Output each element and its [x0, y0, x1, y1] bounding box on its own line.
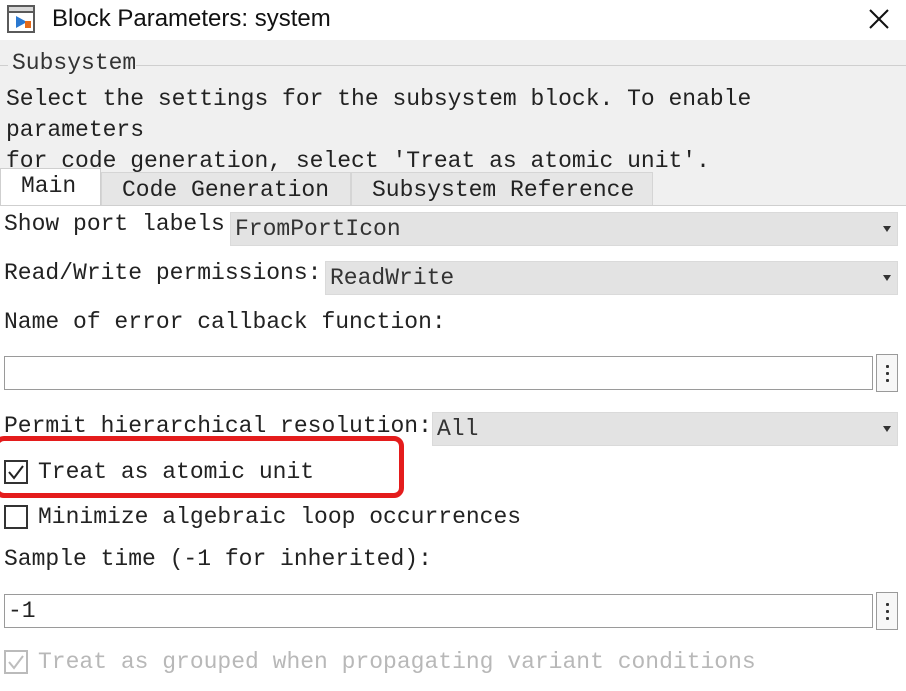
checkmark-icon — [8, 655, 24, 670]
tab-main[interactable]: Main — [0, 168, 101, 206]
tab-label: Subsystem Reference — [372, 177, 635, 203]
show-port-labels-label: Show port labels — [4, 211, 225, 237]
dropdown-value: All — [437, 416, 479, 442]
group-title: Subsystem — [12, 50, 137, 76]
show-port-labels-dropdown[interactable]: FromPortIcon — [230, 212, 898, 246]
dropdown-value: ReadWrite — [330, 265, 455, 291]
dialog-content: Subsystem Select the settings for the su… — [0, 40, 906, 691]
window-title: Block Parameters: system — [52, 5, 331, 32]
algebraic-loop-label: Minimize algebraic loop occurrences — [38, 504, 522, 530]
dropdown-value: FromPortIcon — [235, 216, 401, 242]
chevron-down-icon — [883, 226, 891, 232]
simulink-block-icon — [7, 5, 35, 33]
title-bar: Block Parameters: system — [0, 0, 906, 40]
error-callback-label: Name of error callback function: — [4, 309, 446, 335]
highlight-annotation — [0, 436, 404, 498]
algebraic-loop-checkbox[interactable] — [4, 505, 28, 529]
close-icon[interactable] — [864, 4, 894, 34]
chevron-down-icon — [883, 426, 891, 432]
tab-label: Main — [21, 173, 77, 199]
sample-time-input[interactable]: -1 — [4, 594, 873, 628]
group-divider — [0, 65, 8, 66]
chevron-down-icon — [883, 275, 891, 281]
tab-label: Code Generation — [122, 177, 330, 203]
sample-time-more-button[interactable] — [876, 592, 898, 630]
group-description: Select the settings for the subsystem bl… — [6, 86, 752, 174]
group-divider — [136, 65, 906, 66]
read-write-permissions-label: Read/Write permissions: — [4, 260, 322, 286]
tab-code-generation[interactable]: Code Generation — [101, 172, 351, 206]
read-write-permissions-dropdown[interactable]: ReadWrite — [325, 261, 898, 295]
error-callback-input[interactable] — [4, 356, 873, 390]
sample-time-label: Sample time (-1 for inherited): — [4, 546, 432, 572]
tab-subsystem-reference[interactable]: Subsystem Reference — [351, 172, 653, 206]
grouped-variant-label: Treat as grouped when propagating varian… — [38, 649, 756, 675]
error-callback-more-button[interactable] — [876, 354, 898, 392]
hierarchical-resolution-dropdown[interactable]: All — [432, 412, 898, 446]
tab-bar: Main Code Generation Subsystem Reference — [0, 168, 906, 206]
grouped-variant-checkbox — [4, 650, 28, 674]
